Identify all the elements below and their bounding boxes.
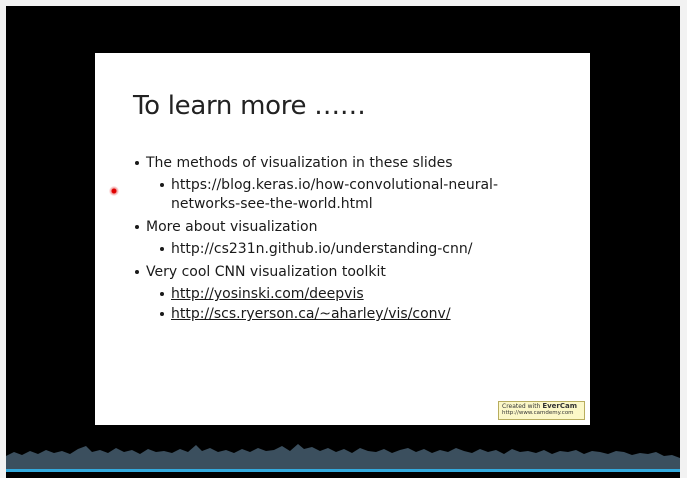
sub-bullet-url[interactable]: http://cs231n.github.io/understanding-cn… — [171, 240, 472, 259]
bullet-dot — [135, 270, 139, 274]
audio-waveform-timeline[interactable] — [6, 436, 680, 472]
window-frame-right — [680, 0, 687, 478]
bullet-dot — [135, 225, 139, 229]
sub-bullet-link[interactable]: http://yosinski.com/deepvis — [171, 285, 364, 304]
laser-pointer-cursor — [109, 186, 119, 196]
sub-bullet-url[interactable]: https://blog.keras.io/how-convolutional-… — [171, 176, 498, 195]
presentation-slide: To learn more …… The methods of visualiz… — [95, 53, 590, 425]
sub-bullet-dot — [160, 247, 164, 251]
sub-bullet-dot — [160, 183, 164, 187]
playback-progress-bar[interactable] — [6, 469, 680, 472]
window-frame-left — [0, 0, 6, 478]
sub-bullet-dot — [160, 312, 164, 316]
watermark-url: http://www.camdemy.com — [502, 410, 574, 416]
sub-bullet-url-continued[interactable]: networks-see-the-world.html — [171, 195, 373, 214]
bullet-text: The methods of visualization in these sl… — [146, 155, 453, 171]
bullet-list: The methods of visualization in these sl… — [95, 53, 590, 425]
sub-bullet-link[interactable]: http://scs.ryerson.ca/~aharley/vis/conv/ — [171, 305, 451, 324]
watermark-brand: EverCam — [542, 402, 578, 410]
bullet-text: Very cool CNN visualization toolkit — [146, 264, 386, 280]
window-frame-top — [0, 0, 687, 6]
bullet-dot — [135, 161, 139, 165]
bullet-text: More about visualization — [146, 219, 318, 235]
sub-bullet-dot — [160, 292, 164, 296]
watermark-prefix: Created with — [502, 403, 541, 410]
waveform-graphic — [6, 444, 680, 472]
evercam-watermark: Created with EverCam http://www.camdemy.… — [498, 401, 585, 420]
